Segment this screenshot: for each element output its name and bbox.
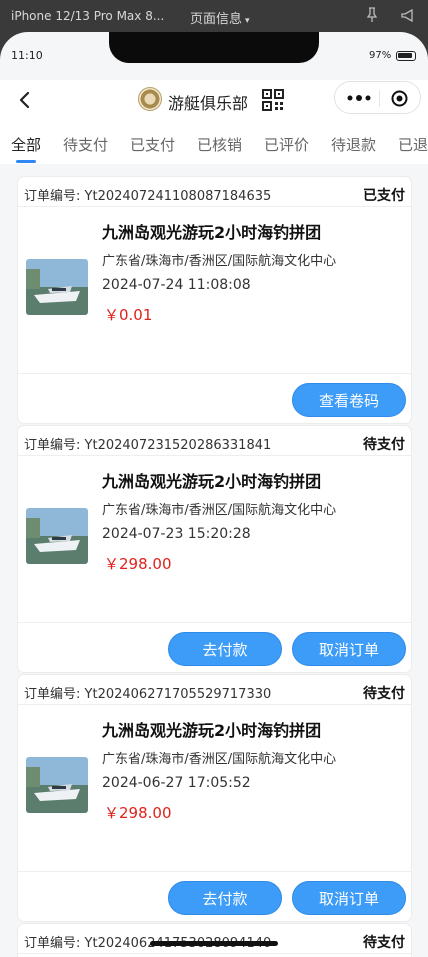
home-indicator (150, 941, 278, 946)
device-notch (109, 32, 319, 63)
order-time: 2024-07-23 15:20:28 (102, 526, 251, 542)
order-header: 订单编号: Yt202407231520286331841 待支付 (18, 426, 411, 456)
active-tab-indicator (16, 160, 36, 163)
qrcode-icon[interactable] (262, 89, 284, 111)
tab-all[interactable]: 全部 (11, 134, 41, 155)
pay-button[interactable]: 去付款 (168, 881, 282, 915)
page-info-label: 页面信息 (190, 12, 243, 27)
capsule-divider (379, 90, 380, 107)
order-header: 订单编号: Yt202407241108087184635 已支付 (18, 177, 411, 207)
order-price: ￥298.00 (104, 804, 172, 822)
cancel-order-button[interactable]: 取消订单 (292, 881, 406, 915)
card-divider (18, 622, 411, 623)
tab-pending-refund[interactable]: 待退款 (331, 134, 376, 155)
cancel-order-button[interactable]: 取消订单 (292, 632, 406, 666)
tab-pending-payment[interactable]: 待支付 (63, 134, 108, 155)
order-price: ￥0.01 (104, 306, 153, 324)
order-time: 2024-06-27 17:05:52 (102, 775, 251, 791)
page-info-menu[interactable]: 页面信息 ▾ (190, 8, 250, 27)
chevron-left-icon[interactable] (14, 87, 38, 113)
product-address: 广东省/珠海市/香洲区/国际航海文化中心 (102, 503, 337, 518)
card-divider (18, 373, 411, 374)
card-divider (18, 871, 411, 872)
order-status: 已支付 (363, 188, 405, 204)
product-title: 九洲岛观光游玩2小时海钓拼团 (102, 223, 322, 242)
product-thumbnail[interactable] (26, 508, 88, 564)
product-address: 广东省/珠海市/香洲区/国际航海文化中心 (102, 752, 337, 767)
order-number: 订单编号: Yt202407231520286331841 (24, 438, 272, 453)
tab-refunded[interactable]: 已退 (398, 134, 428, 155)
order-header: 订单编号: Yt202406241753028094140 待支付 (18, 924, 411, 954)
caret-down-icon: ▾ (245, 16, 250, 26)
page-title: 游艇俱乐部 (168, 94, 249, 113)
order-header: 订单编号: Yt202406271705529717330 待支付 (18, 675, 411, 705)
device-selector[interactable]: iPhone 12/13 Pro Max 8... (11, 9, 164, 23)
speaker-icon[interactable] (400, 8, 414, 22)
order-number: 订单编号: Yt202407241108087184635 (24, 189, 272, 204)
order-card[interactable]: 订单编号: Yt202407241108087184635 已支付 九洲岛观光游… (17, 176, 412, 424)
product-title: 九洲岛观光游玩2小时海钓拼团 (102, 472, 322, 491)
order-card[interactable]: 订单编号: Yt202406241753028094140 待支付 (17, 923, 412, 957)
simulator-toolbar: iPhone 12/13 Pro Max 8... 页面信息 ▾ (0, 0, 428, 32)
product-thumbnail[interactable] (26, 259, 88, 315)
battery-percent: 97% (369, 50, 392, 61)
order-status: 待支付 (363, 437, 405, 453)
tab-paid[interactable]: 已支付 (130, 134, 175, 155)
pay-button[interactable]: 去付款 (168, 632, 282, 666)
status-tabs: 全部 待支付 已支付 已核销 已评价 待退款 已退 (0, 120, 428, 164)
battery-icon (396, 51, 416, 61)
miniprogram-capsule (334, 81, 421, 114)
target-circle-icon[interactable] (391, 90, 408, 107)
phone-screen: 11:10 97% 游艇俱乐部 全部 待支付 已支付 已核销 已评价 待退款 已… (0, 32, 428, 957)
order-status: 待支付 (363, 686, 405, 702)
club-logo (138, 87, 162, 111)
view-voucher-button[interactable]: 查看卷码 (292, 383, 406, 417)
order-time: 2024-07-24 11:08:08 (102, 277, 251, 293)
order-card[interactable]: 订单编号: Yt202406271705529717330 待支付 九洲岛观光游… (17, 674, 412, 922)
tab-verified[interactable]: 已核销 (197, 134, 242, 155)
pin-icon[interactable] (366, 7, 378, 23)
product-address: 广东省/珠海市/香洲区/国际航海文化中心 (102, 254, 337, 269)
product-thumbnail[interactable] (26, 757, 88, 813)
order-price: ￥298.00 (104, 555, 172, 573)
order-status: 待支付 (363, 935, 405, 951)
product-title: 九洲岛观光游玩2小时海钓拼团 (102, 721, 322, 740)
navigation-bar: 游艇俱乐部 (0, 80, 428, 120)
tab-reviewed[interactable]: 已评价 (264, 134, 309, 155)
order-card[interactable]: 订单编号: Yt202407231520286331841 待支付 九洲岛观光游… (17, 425, 412, 673)
order-number: 订单编号: Yt202406271705529717330 (24, 687, 272, 702)
more-dots-icon[interactable] (347, 95, 371, 101)
status-time: 11:10 (11, 49, 43, 62)
